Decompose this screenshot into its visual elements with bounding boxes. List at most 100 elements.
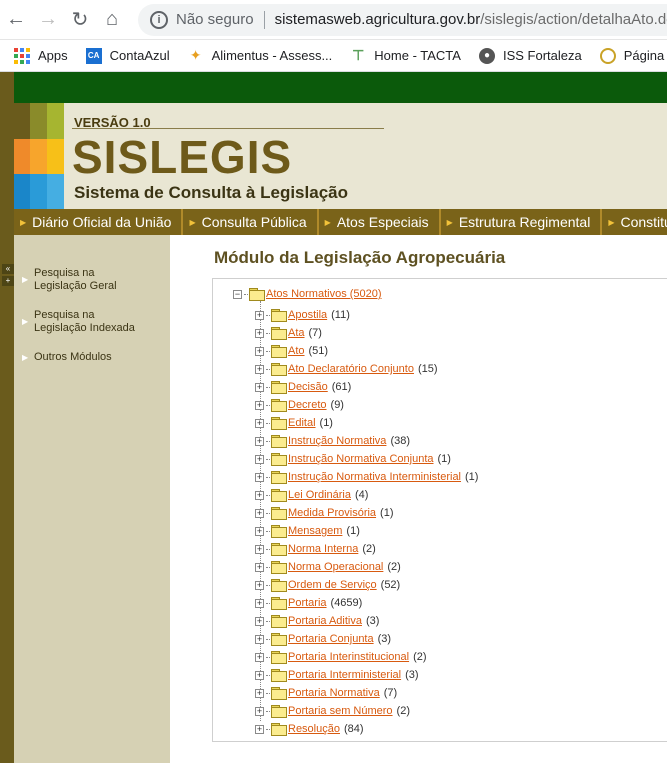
- separator: [263, 10, 265, 29]
- tree-item-link[interactable]: Portaria Interinstitucional: [288, 651, 409, 663]
- tree-item-link[interactable]: Decisão: [288, 381, 328, 393]
- expand-toggle-icon[interactable]: +: [255, 346, 264, 356]
- tree-item-link[interactable]: Ordem de Serviço: [288, 579, 377, 591]
- tacta-icon: ⊤: [352, 47, 365, 63]
- expand-toggle-icon[interactable]: +: [255, 454, 264, 464]
- tree-item-link[interactable]: Instrução Normativa Interministerial: [288, 471, 461, 483]
- expand-toggle-icon[interactable]: +: [255, 400, 264, 410]
- tree-item-link[interactable]: Apostila: [288, 309, 327, 321]
- folder-icon: [271, 525, 287, 538]
- folder-icon: [271, 363, 287, 376]
- expand-toggle-icon[interactable]: +: [255, 490, 264, 500]
- tree-item-link[interactable]: Edital: [288, 417, 316, 429]
- tree-item: + Portaria Normativa (7): [255, 684, 478, 702]
- collapse-icon[interactable]: «: [2, 264, 14, 274]
- menu-item-diario-oficial[interactable]: ▶ Diário Oficial da União: [14, 209, 184, 235]
- menu-item-estrutura-regimental[interactable]: ▶ Estrutura Regimental: [441, 209, 603, 235]
- expand-toggle-icon[interactable]: +: [255, 544, 264, 554]
- tree-item: + Instrução Normativa Conjunta (1): [255, 450, 478, 468]
- expand-toggle-icon[interactable]: +: [255, 706, 264, 716]
- expand-toggle-icon[interactable]: +: [255, 382, 264, 392]
- tree-item-link[interactable]: Decreto: [288, 399, 327, 411]
- bookmark-alimentus[interactable]: ✦ Alimentus - Assess...: [188, 47, 333, 64]
- tree-item: + Ato Declaratório Conjunto (15): [255, 360, 478, 378]
- browser-toolbar: ← → ↻ ⌂ i Não seguro sistemasweb.agricul…: [0, 0, 667, 40]
- tree-root-link[interactable]: Atos Normativos (5020): [266, 288, 382, 300]
- tree-item-link[interactable]: Portaria Interministerial: [288, 669, 401, 681]
- tree-item: + Ata (7): [255, 324, 478, 342]
- expand-toggle-icon[interactable]: +: [255, 562, 264, 572]
- tree-item-link[interactable]: Portaria sem Número: [288, 705, 393, 717]
- menu-item-constituicoes[interactable]: ▶ Constituições: [602, 209, 667, 235]
- expand-toggle-icon[interactable]: +: [255, 634, 264, 644]
- expand-toggle-icon[interactable]: +: [255, 418, 264, 428]
- bookmarks-bar: Apps CA ContaAzul ✦ Alimentus - Assess..…: [0, 40, 667, 72]
- tree-item-link[interactable]: Portaria Conjunta: [288, 633, 374, 645]
- expand-toggle-icon[interactable]: +: [255, 364, 264, 374]
- tree-item-link[interactable]: Resolução: [288, 723, 340, 735]
- back-arrow-icon[interactable]: ←: [0, 0, 32, 40]
- expand-toggle-icon[interactable]: +: [255, 598, 264, 608]
- tree-item-link[interactable]: Instrução Normativa: [288, 435, 386, 447]
- folder-icon: [271, 687, 287, 700]
- menu-item-consulta-publica[interactable]: ▶ Consulta Pública: [183, 209, 319, 235]
- sidebar-item-pesquisa-indexada[interactable]: Pesquisa na Legislação Indexada: [34, 309, 144, 335]
- tree-item-link[interactable]: Portaria Normativa: [288, 687, 380, 699]
- tree-item-link[interactable]: Norma Interna: [288, 543, 358, 555]
- tree-connector: [266, 548, 270, 550]
- tree-item-link[interactable]: Ato: [288, 345, 305, 357]
- tree-item-count: (1): [437, 453, 451, 465]
- tree-item-link[interactable]: Instrução Normativa Conjunta: [288, 453, 434, 465]
- tree-item-count: (2): [396, 705, 410, 717]
- tree-item-link[interactable]: Ato Declaratório Conjunto: [288, 363, 414, 375]
- sidebar-item-outros-modulos[interactable]: Outros Módulos: [34, 351, 112, 364]
- sidebar-item-pesquisa-geral[interactable]: Pesquisa na Legislação Geral: [34, 267, 144, 293]
- tree-item: + Decreto (9): [255, 396, 478, 414]
- expand-toggle-icon[interactable]: +: [255, 616, 264, 626]
- tree-item-link[interactable]: Lei Ordinária: [288, 489, 351, 501]
- tree-item-count: (51): [308, 345, 329, 357]
- tree-connector: [266, 494, 270, 496]
- expand-toggle-icon[interactable]: +: [255, 652, 264, 662]
- expand-toggle-icon[interactable]: +: [255, 436, 264, 446]
- expand-toggle-icon[interactable]: +: [255, 472, 264, 482]
- expand-toggle-icon[interactable]: +: [255, 670, 264, 680]
- expand-toggle-icon[interactable]: +: [255, 526, 264, 536]
- tree-item: + Apostila (11): [255, 306, 478, 324]
- folder-icon: [271, 543, 287, 556]
- expand-toggle-icon[interactable]: +: [255, 508, 264, 518]
- collapse-toggle-icon[interactable]: −: [233, 289, 242, 299]
- tree-item-count: (61): [331, 381, 352, 393]
- home-icon[interactable]: ⌂: [96, 0, 128, 40]
- folder-icon: [271, 399, 287, 412]
- expand-toggle-icon[interactable]: +: [255, 580, 264, 590]
- bookmark-pagina-inicial[interactable]: Página Inicial —: [599, 47, 667, 64]
- forward-arrow-icon[interactable]: →: [32, 0, 64, 40]
- tree-item: + Edital (1): [255, 414, 478, 432]
- expand-toggle-icon[interactable]: +: [255, 724, 264, 734]
- address-bar[interactable]: i Não seguro sistemasweb.agricultura.gov…: [138, 3, 667, 36]
- expand-icon[interactable]: +: [2, 276, 14, 286]
- tree-item-link[interactable]: Ata: [288, 327, 305, 339]
- bookmark-contaazul[interactable]: CA ContaAzul: [85, 47, 170, 64]
- tree-item: + Decisão (61): [255, 378, 478, 396]
- expand-toggle-icon[interactable]: +: [255, 688, 264, 698]
- folder-icon: [271, 489, 287, 502]
- bookmark-apps[interactable]: Apps: [14, 47, 68, 64]
- tree-item-link[interactable]: Medida Provisória: [288, 507, 376, 519]
- expand-toggle-icon[interactable]: +: [255, 328, 264, 338]
- bookmark-iss[interactable]: ● ISS Fortaleza: [478, 47, 582, 64]
- tree-item-link[interactable]: Portaria Aditiva: [288, 615, 362, 627]
- tree-item-link[interactable]: Mensagem: [288, 525, 342, 537]
- expand-toggle-icon[interactable]: +: [255, 310, 264, 320]
- tree-item-link[interactable]: Norma Operacional: [288, 561, 383, 573]
- tree-item-link[interactable]: Portaria: [288, 597, 327, 609]
- reload-icon[interactable]: ↻: [64, 0, 96, 40]
- tree-item-count: (9): [330, 399, 344, 411]
- menu-item-atos-especiais[interactable]: ▶ Atos Especiais: [319, 209, 441, 235]
- tree-item-count: (3): [405, 669, 419, 681]
- bookmark-tacta[interactable]: ⊤ Home - TACTA: [350, 47, 461, 64]
- info-icon[interactable]: i: [150, 10, 168, 29]
- url-path: /sislegis/action/detalhaAto.do?met: [480, 11, 667, 28]
- tree-connector: [266, 674, 270, 676]
